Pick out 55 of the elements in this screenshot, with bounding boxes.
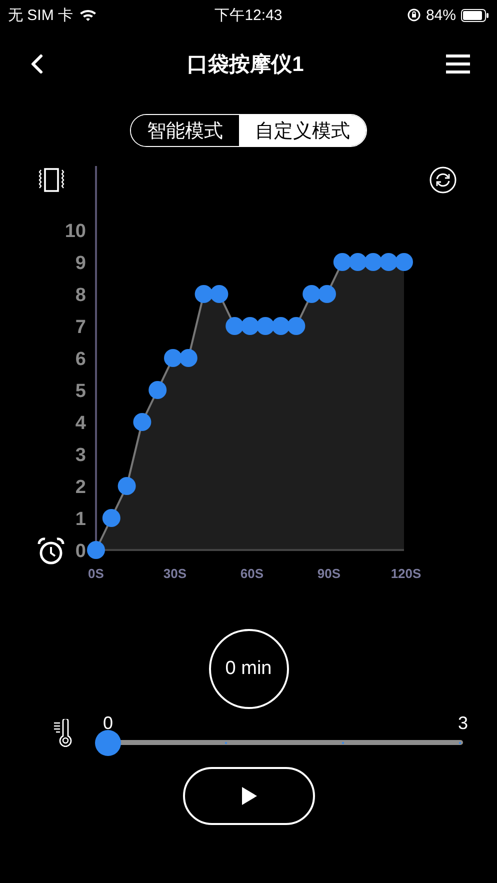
battery-icon	[461, 8, 489, 22]
data-point[interactable]	[164, 349, 182, 367]
x-tick-label: 90S	[317, 566, 341, 580]
slider-thumb[interactable]	[95, 730, 121, 756]
data-point[interactable]	[302, 285, 321, 303]
x-tick-label: 30S	[163, 566, 187, 580]
clock-time: 下午12:43	[214, 6, 282, 24]
y-tick-label: 10	[64, 221, 86, 242]
data-point[interactable]	[210, 285, 228, 303]
y-tick-label: 1	[75, 509, 86, 530]
alarm-clock-icon	[38, 538, 64, 564]
y-tick-label: 2	[75, 477, 86, 498]
slider-max-label: 3	[458, 713, 468, 734]
wifi-icon	[79, 8, 98, 22]
data-point[interactable]	[133, 413, 152, 431]
y-tick-label: 8	[75, 285, 86, 306]
x-tick-label: 120S	[390, 566, 422, 580]
play-button[interactable]	[182, 767, 314, 825]
menu-icon[interactable]	[445, 54, 471, 74]
data-point[interactable]	[87, 541, 105, 559]
slider-min-label: 0	[103, 713, 113, 734]
data-point[interactable]	[256, 317, 274, 335]
refresh-icon[interactable]	[430, 166, 456, 194]
data-point[interactable]	[102, 509, 120, 527]
data-point[interactable]	[226, 317, 244, 335]
y-tick-label: 4	[75, 413, 86, 434]
data-point[interactable]	[179, 349, 198, 367]
vibration-icon	[38, 168, 64, 192]
timer-display: 0 min	[208, 629, 288, 709]
data-point[interactable]	[380, 253, 398, 271]
data-point[interactable]	[333, 253, 352, 271]
page-title: 口袋按摩仪1	[187, 52, 304, 78]
y-tick-label: 5	[75, 381, 86, 402]
battery-percent: 84%	[426, 6, 456, 24]
data-point[interactable]	[118, 477, 136, 495]
rotation-lock-icon	[406, 8, 421, 22]
data-point[interactable]	[148, 381, 167, 399]
y-tick-label: 9	[75, 253, 86, 274]
mode-tab[interactable]: 自定义模式	[239, 115, 366, 146]
data-point[interactable]	[272, 317, 290, 335]
play-icon	[240, 786, 258, 806]
data-point[interactable]	[194, 285, 213, 303]
y-tick-label: 6	[75, 349, 86, 370]
data-point[interactable]	[348, 253, 367, 271]
carrier-label: 无 SIM 卡	[8, 6, 74, 24]
data-point[interactable]	[364, 253, 382, 271]
x-tick-label: 60S	[240, 566, 264, 580]
data-point[interactable]	[241, 317, 259, 335]
data-point[interactable]	[318, 285, 336, 303]
y-tick-label: 0	[75, 541, 86, 562]
y-tick-label: 3	[75, 445, 86, 466]
data-point[interactable]	[395, 253, 413, 271]
data-point[interactable]	[287, 317, 306, 335]
y-tick-label: 7	[75, 317, 86, 338]
x-tick-label: 0S	[88, 566, 104, 580]
